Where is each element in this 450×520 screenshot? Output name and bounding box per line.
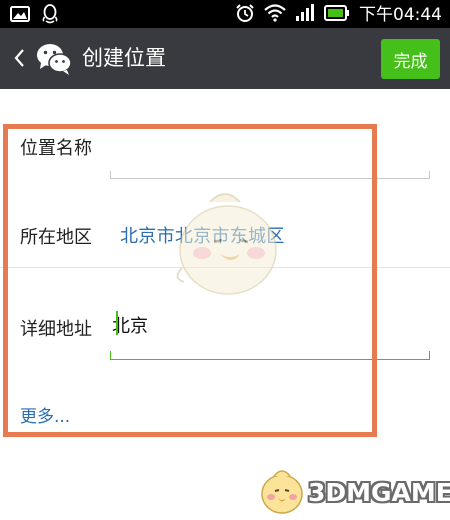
address-input[interactable]	[112, 309, 422, 341]
watermark: 3DMGAME	[258, 466, 450, 518]
qq-icon	[42, 4, 58, 28]
region-selector[interactable]: 北京市北京市东城区	[120, 222, 285, 248]
location-name-label: 位置名称	[20, 138, 92, 159]
wechat-logo-icon	[36, 42, 72, 76]
gallery-icon	[10, 6, 30, 26]
page-title: 创建位置	[82, 46, 166, 70]
wifi-icon	[264, 4, 286, 26]
done-button[interactable]: 完成	[381, 39, 440, 79]
location-name-input[interactable]	[110, 171, 430, 179]
watermark-bird-icon	[258, 466, 306, 516]
status-bar: 下午04:44	[0, 0, 450, 28]
divider	[0, 267, 450, 268]
more-link[interactable]: 更多...	[20, 402, 70, 427]
region-label: 所在地区	[20, 227, 92, 248]
status-time: 下午04:44	[359, 5, 442, 25]
title-bar: 创建位置 完成	[0, 28, 450, 89]
alarm-icon	[235, 3, 255, 27]
address-label: 详细地址	[20, 319, 92, 340]
text-cursor	[116, 311, 118, 335]
create-location-form: 位置名称 所在地区 北京市北京市东城区 详细地址 更多...	[0, 89, 450, 519]
address-input-underline	[110, 351, 430, 360]
signal-icon	[295, 4, 315, 26]
watermark-text: 3DMGAME	[308, 478, 450, 507]
back-arrow-icon[interactable]	[8, 44, 30, 72]
battery-icon	[324, 5, 350, 25]
